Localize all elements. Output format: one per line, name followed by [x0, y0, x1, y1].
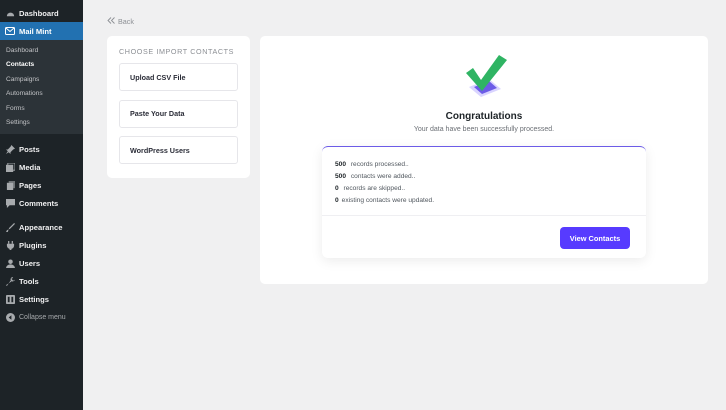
mail-mint-submenu: Dashboard Contacts Campaigns Automations… — [0, 40, 83, 134]
menu-label: Mail Mint — [19, 26, 52, 36]
view-contacts-button[interactable]: View Contacts — [560, 227, 630, 249]
stat-added: 500 contacts were added.. — [335, 171, 633, 183]
menu-media[interactable]: Media — [0, 158, 83, 176]
pages-icon — [5, 180, 15, 190]
submenu-automations[interactable]: Automations — [0, 87, 83, 102]
admin-sidebar: Dashboard Mail Mint Dashboard Contacts C… — [0, 0, 83, 410]
menu-appearance[interactable]: Appearance — [0, 218, 83, 236]
stat-processed: 500 records processed.. — [335, 159, 633, 171]
media-icon — [5, 162, 15, 172]
menu-label: Pages — [19, 180, 42, 190]
submenu-settings[interactable]: Settings — [0, 116, 83, 131]
menu-label: Appearance — [19, 222, 63, 232]
menu-pages[interactable]: Pages — [0, 176, 83, 194]
import-options-panel: CHOOSE IMPORT CONTACTS Upload CSV File P… — [107, 36, 250, 178]
panel-title: CHOOSE IMPORT CONTACTS — [119, 47, 235, 56]
menu-tools[interactable]: Tools — [0, 272, 83, 290]
comment-icon — [5, 198, 15, 208]
menu-label: Collapse menu — [19, 313, 66, 321]
success-check-icon — [461, 53, 509, 99]
menu-label: Media — [19, 162, 41, 172]
result-card: 500 records processed.. 500 contacts wer… — [322, 146, 646, 258]
pin-icon — [5, 144, 15, 154]
wrench-icon — [5, 276, 15, 286]
stat-count: 0 — [335, 197, 339, 204]
menu-comments[interactable]: Comments — [0, 194, 83, 212]
submenu-forms[interactable]: Forms — [0, 101, 83, 116]
settings-icon — [5, 294, 15, 304]
back-link[interactable]: Back — [107, 17, 134, 26]
stat-updated: 0 existing contacts were updated. — [335, 195, 633, 207]
stat-text: records are skipped.. — [343, 185, 406, 192]
user-icon — [5, 258, 15, 268]
upload-csv-option[interactable]: Upload CSV File — [119, 63, 238, 91]
menu-label: Posts — [19, 144, 40, 154]
menu-plugins[interactable]: Plugins — [0, 236, 83, 254]
menu-users[interactable]: Users — [0, 254, 83, 272]
stat-skipped: 0 records are skipped.. — [335, 183, 633, 195]
submenu-campaigns[interactable]: Campaigns — [0, 72, 83, 87]
menu-label: Tools — [19, 276, 39, 286]
stats-list: 500 records processed.. 500 contacts wer… — [322, 147, 646, 207]
menu-label: Plugins — [19, 240, 47, 250]
congrats-title: Congratulations — [445, 111, 523, 122]
stat-text: contacts were added.. — [350, 173, 416, 180]
import-result-panel: Congratulations Your data have been succ… — [260, 36, 708, 284]
menu-posts[interactable]: Posts — [0, 140, 83, 158]
menu-label: Users — [19, 258, 41, 268]
divider — [322, 215, 646, 216]
success-message: Your data have been successfully process… — [413, 126, 555, 133]
submenu-contacts[interactable]: Contacts — [0, 58, 83, 73]
stat-count: 500 — [335, 161, 347, 168]
stat-count: 0 — [335, 185, 339, 192]
back-label: Back — [118, 17, 134, 26]
mail-icon — [5, 26, 15, 36]
dashboard-icon — [5, 8, 15, 18]
stat-text: existing contacts were updated. — [341, 197, 435, 204]
collapse-menu-button[interactable]: Collapse menu — [0, 308, 83, 326]
menu-label: Settings — [19, 294, 49, 304]
collapse-icon — [5, 312, 15, 322]
menu-settings[interactable]: Settings — [0, 290, 83, 308]
menu-label: Comments — [19, 198, 59, 208]
menu-label: Dashboard — [19, 8, 59, 18]
menu-mail-mint[interactable]: Mail Mint — [0, 22, 83, 40]
menu-dashboard[interactable]: Dashboard — [0, 4, 83, 22]
brush-icon — [5, 222, 15, 232]
wordpress-users-option[interactable]: WordPress Users — [119, 136, 238, 164]
stat-text: records processed.. — [350, 161, 409, 168]
stat-count: 500 — [335, 173, 347, 180]
plugin-icon — [5, 240, 15, 250]
paste-data-option[interactable]: Paste Your Data — [119, 99, 238, 128]
submenu-dashboard[interactable]: Dashboard — [0, 43, 83, 58]
double-chevron-left-icon — [107, 17, 115, 26]
